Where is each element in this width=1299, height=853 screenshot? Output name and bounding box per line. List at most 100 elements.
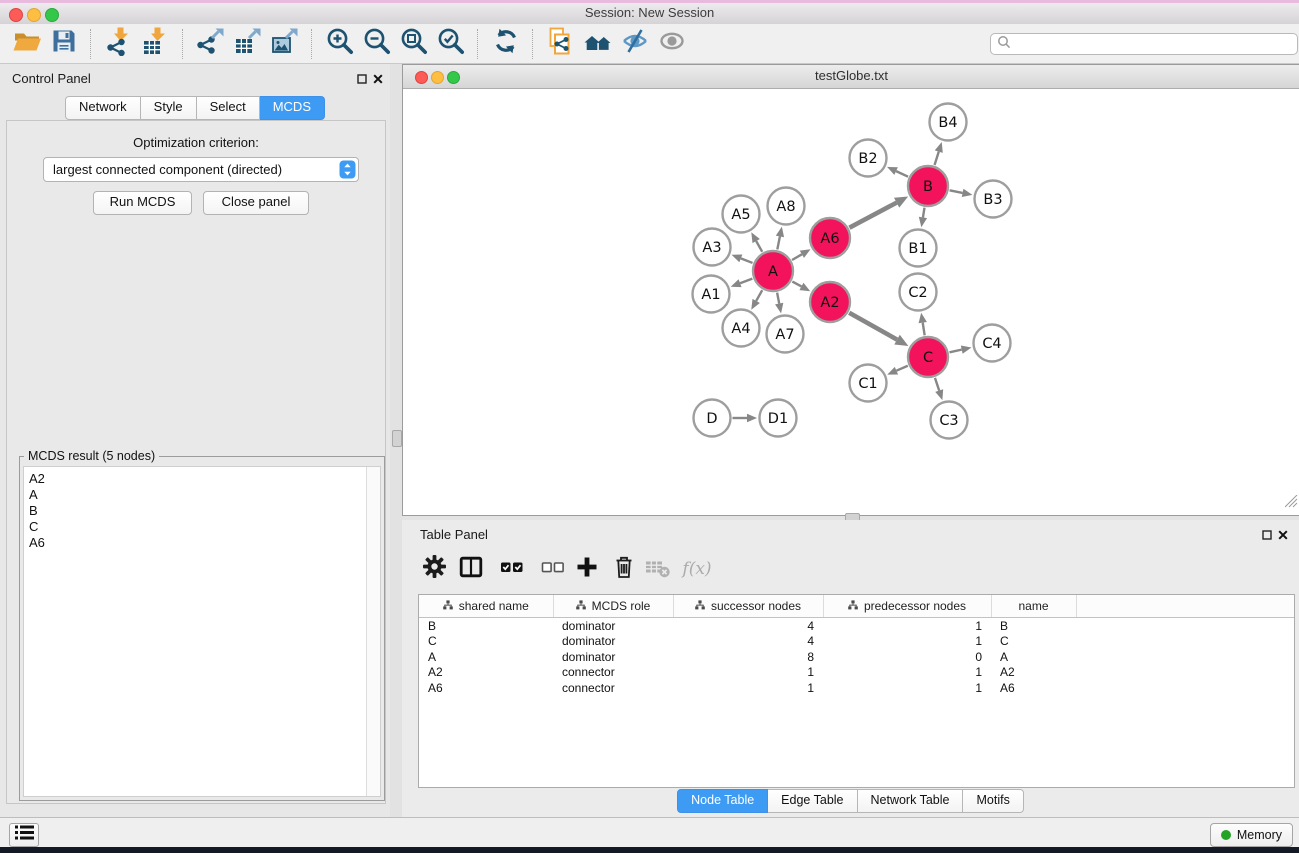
node-C4[interactable]: C4 <box>974 325 1011 362</box>
table-cell[interactable]: A2 <box>991 665 1076 681</box>
task-history-button[interactable] <box>9 823 39 847</box>
edge-A-A5[interactable] <box>751 232 762 252</box>
float-table-panel-icon[interactable] <box>1260 528 1273 541</box>
node-C[interactable]: C <box>908 337 948 377</box>
network-minimize-button[interactable] <box>431 71 444 84</box>
column-header-MCDS-role[interactable]: MCDS role <box>553 595 673 618</box>
memory-button[interactable]: Memory <box>1210 823 1293 847</box>
node-A1[interactable]: A1 <box>693 276 730 313</box>
edge-A-A4[interactable] <box>751 290 762 310</box>
node-A2[interactable]: A2 <box>810 282 850 322</box>
table-cell[interactable]: C <box>419 634 553 650</box>
table-cell[interactable]: C <box>991 634 1076 650</box>
table-cell[interactable]: 1 <box>823 680 991 696</box>
mcds-result-item[interactable]: B <box>24 503 380 519</box>
export-network-button[interactable] <box>192 27 229 61</box>
table-cell[interactable]: 0 <box>823 649 991 665</box>
edge-A-A2[interactable] <box>792 282 810 292</box>
edge-C-C1[interactable] <box>887 366 908 375</box>
table-cell[interactable]: 4 <box>673 618 823 634</box>
mcds-result-item[interactable]: C <box>24 519 380 535</box>
criterion-select[interactable]: largest connected component (directed) <box>43 157 359 182</box>
export-image-button[interactable] <box>266 27 303 61</box>
edge-A-A1[interactable] <box>731 279 753 288</box>
column-header-predecessor-nodes[interactable]: predecessor nodes <box>823 595 991 618</box>
table-row[interactable]: Adominator80A <box>419 649 1294 665</box>
tab-network[interactable]: Network <box>65 96 141 120</box>
close-panel-button[interactable]: Close panel <box>203 191 309 215</box>
table-cell[interactable]: 1 <box>823 618 991 634</box>
mcds-list-scrollbar[interactable] <box>366 467 380 796</box>
table-cell[interactable]: connector <box>553 680 673 696</box>
table-tab-node-table[interactable]: Node Table <box>677 789 768 813</box>
column-selector-button[interactable] <box>457 554 485 584</box>
table-tab-network-table[interactable]: Network Table <box>858 789 964 813</box>
table-row[interactable]: Bdominator41B <box>419 618 1294 634</box>
table-cell[interactable]: A <box>419 649 553 665</box>
zoom-selected-button[interactable] <box>432 27 469 61</box>
close-window-button[interactable] <box>9 8 23 22</box>
table-cell[interactable]: A2 <box>419 665 553 681</box>
node-D[interactable]: D <box>694 400 731 437</box>
minimize-window-button[interactable] <box>27 8 41 22</box>
float-panel-icon[interactable] <box>355 72 368 85</box>
node-A6[interactable]: A6 <box>810 218 850 258</box>
select-all-button[interactable] <box>498 554 526 584</box>
node-A4[interactable]: A4 <box>723 310 760 347</box>
mcds-result-item[interactable]: A2 <box>24 471 380 487</box>
node-C3[interactable]: C3 <box>931 402 968 439</box>
node-A5[interactable]: A5 <box>723 196 760 233</box>
table-cell[interactable]: A6 <box>991 680 1076 696</box>
export-table-button[interactable] <box>229 27 266 61</box>
edge-A2-C[interactable] <box>849 313 908 346</box>
node-B3[interactable]: B3 <box>975 181 1012 218</box>
edge-C-C2[interactable] <box>919 313 927 336</box>
vertical-split-handle[interactable] <box>392 430 402 447</box>
table-cell[interactable]: 4 <box>673 634 823 650</box>
table-cell[interactable]: dominator <box>553 649 673 665</box>
edge-C-C4[interactable] <box>949 346 971 354</box>
delete-row-button[interactable] <box>610 554 638 584</box>
node-B2[interactable]: B2 <box>850 140 887 177</box>
node-D1[interactable]: D1 <box>760 400 797 437</box>
clone-network-button[interactable] <box>542 27 579 61</box>
close-table-panel-icon[interactable] <box>1276 528 1289 541</box>
table-row[interactable]: Cdominator41C <box>419 634 1294 650</box>
tab-select[interactable]: Select <box>197 96 260 120</box>
node-A3[interactable]: A3 <box>694 229 731 266</box>
network-window-titlebar[interactable]: testGlobe.txt <box>403 65 1299 89</box>
node-B1[interactable]: B1 <box>900 230 937 267</box>
edge-B-B1[interactable] <box>919 208 927 228</box>
mcds-result-item[interactable]: A <box>24 487 380 503</box>
save-session-button[interactable] <box>45 27 82 61</box>
zoom-in-button[interactable] <box>321 27 358 61</box>
table-tab-motifs[interactable]: Motifs <box>963 789 1023 813</box>
table-cell[interactable]: dominator <box>553 618 673 634</box>
column-header-shared-name[interactable]: shared name <box>419 595 553 618</box>
vertical-split-divider[interactable] <box>390 64 402 817</box>
table-cell[interactable]: B <box>419 618 553 634</box>
edge-B-B3[interactable] <box>950 189 973 197</box>
edge-B-B4[interactable] <box>935 142 943 165</box>
table-cell[interactable]: 1 <box>673 665 823 681</box>
node-A7[interactable]: A7 <box>767 316 804 353</box>
close-panel-icon[interactable] <box>371 72 384 85</box>
column-header-name[interactable]: name <box>991 595 1076 618</box>
edge-A6-B[interactable] <box>849 197 908 228</box>
home-button[interactable] <box>579 27 616 61</box>
node-B4[interactable]: B4 <box>930 104 967 141</box>
import-table-button[interactable] <box>137 27 174 61</box>
table-cell[interactable]: dominator <box>553 634 673 650</box>
edge-B-B2[interactable] <box>887 167 908 177</box>
node-C1[interactable]: C1 <box>850 365 887 402</box>
network-close-button[interactable] <box>415 71 428 84</box>
zoom-out-button[interactable] <box>358 27 395 61</box>
node-A8[interactable]: A8 <box>768 188 805 225</box>
refresh-button[interactable] <box>487 27 524 61</box>
open-session-button[interactable] <box>8 27 45 61</box>
edge-A-A7[interactable] <box>775 293 783 314</box>
node-B[interactable]: B <box>908 166 948 206</box>
settings-button[interactable] <box>420 554 448 584</box>
node-A[interactable]: A <box>753 251 793 291</box>
resize-grip-icon[interactable] <box>1285 495 1298 513</box>
